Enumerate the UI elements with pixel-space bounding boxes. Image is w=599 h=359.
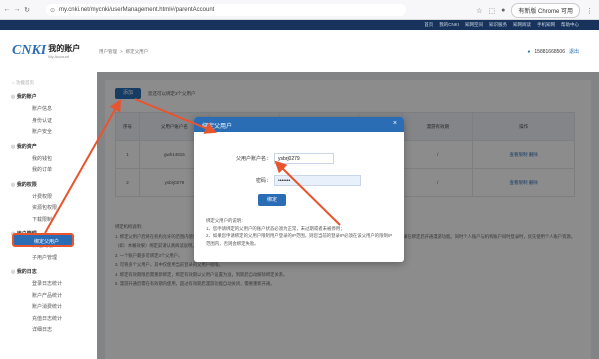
url-text: my.cnki.net/mycnki/userManagement.html#/… — [59, 7, 215, 13]
page-header: CNKI 我的账户 My Account 用户管理 > 绑定父用户 ● 1588… — [0, 30, 599, 72]
breadcrumb: 用户管理 > 绑定父用户 — [99, 49, 148, 55]
topbar-links: 首页 我的CNKI 知网空间 知识服务 知网阅读 手机知网 帮助中心 — [424, 22, 579, 28]
sidebar-group-label: 我的账户 — [16, 94, 37, 100]
breadcrumb-user-management[interactable]: 用户管理 — [99, 49, 117, 55]
sidebar-item[interactable]: 下载限制 — [32, 216, 52, 223]
sidebar-group[interactable]: ◎ 我的账户 — [11, 93, 37, 100]
sidebar-item[interactable]: 账户消费统计 — [32, 303, 62, 310]
user-phone[interactable]: 15881668506 — [534, 49, 565, 55]
sidebar-item[interactable]: 登录日志统计 — [32, 280, 62, 287]
browser-toolbar: ← → ↻ ⊙ my.cnki.net/mycnki/userManagemen… — [0, 0, 599, 20]
dialog-title: 绑定父用户 — [202, 124, 233, 130]
sidebar-item[interactable]: 账户信息 — [32, 105, 52, 112]
sidebar-group-label: 我的日志 — [16, 269, 37, 275]
logout-link[interactable]: 退出 — [569, 48, 579, 55]
sidebar-home[interactable]: ⌂ 功能首页 — [12, 80, 34, 86]
sidebar-item[interactable]: 身份认证 — [32, 117, 52, 124]
breadcrumb-separator: > — [120, 49, 123, 54]
sidebar-item[interactable]: 充值日志统计 — [32, 315, 62, 322]
sidebar-group[interactable]: ◎ 我的资产 — [11, 143, 37, 150]
bookmark-star-icon[interactable]: ☆ — [476, 7, 482, 15]
forward-icon[interactable]: → — [12, 6, 22, 13]
parent-username-input[interactable]: ysbrj0279 — [274, 153, 334, 164]
site-topbar: 首页 我的CNKI 知网空间 知识服务 知网阅读 手机知网 帮助中心 — [0, 20, 599, 30]
sidebar-item[interactable]: 详细日志 — [32, 326, 52, 333]
close-icon[interactable]: × — [393, 120, 397, 127]
sidebar-item[interactable]: 子用户管理 — [32, 254, 57, 261]
dialog-header: 绑定父用户 × — [194, 117, 404, 132]
note-line-1: 1、您申请绑定的父用户的账户状态必须为正常，未过期或者未被停用； — [206, 225, 345, 231]
sidebar-item-bind-parent-active[interactable]: 绑定父用户 — [12, 233, 74, 247]
sidebar-group[interactable]: ◎ 我的日志 — [11, 268, 37, 275]
user-icon: ● — [527, 48, 531, 55]
topbar-link[interactable]: 我的CNKI — [439, 22, 459, 28]
note-line-2: 2、如果您申请绑定的父用户限制用户登录的IP范围，则您当前的登录IP必须在该父用… — [206, 233, 393, 246]
sidebar-group[interactable]: ◎ 我的权限 — [11, 181, 37, 188]
sidebar-group-label: 我的资产 — [16, 143, 37, 150]
address-bar[interactable]: ⊙ my.cnki.net/mycnki/userManagement.html… — [46, 4, 406, 16]
back-icon[interactable]: ← — [2, 6, 12, 13]
chrome-update-button[interactable]: 有新版 Chrome 可用 — [511, 3, 580, 18]
extensions-icon[interactable]: ⬚ — [488, 7, 495, 15]
topbar-link[interactable]: 帮助中心 — [561, 22, 579, 28]
topbar-link[interactable]: 知网阅读 — [513, 22, 531, 28]
sidebar-item[interactable]: 我的订单 — [32, 166, 52, 173]
cnki-logo[interactable]: CNKI 我的账户 My Account — [12, 43, 80, 59]
site-info-icon[interactable]: ⊙ — [50, 7, 55, 14]
sidebar-item[interactable]: 账户产品统计 — [32, 292, 62, 299]
topbar-link[interactable]: 首页 — [424, 22, 433, 28]
sidebar-group-label: 我的权限 — [16, 181, 37, 188]
sidebar-item[interactable]: 账户安全 — [32, 128, 52, 135]
username-label: 父用户账户名： — [235, 156, 271, 162]
sidebar-item[interactable]: 计费权限 — [32, 193, 52, 200]
topbar-link[interactable]: 手机知网 — [537, 22, 555, 28]
menu-icon[interactable]: ⋮ — [586, 7, 593, 15]
topbar-link[interactable]: 知识服务 — [489, 22, 507, 28]
password-label: 密码： — [255, 178, 271, 184]
breadcrumb-current: 绑定父用户 — [125, 49, 149, 54]
bind-confirm-button[interactable]: 绑定 — [258, 194, 286, 206]
sidebar-item[interactable]: 我的钱包 — [32, 155, 52, 162]
sidebar-item[interactable]: 资源包权限 — [32, 204, 57, 211]
logo-subtitle: My Account — [48, 54, 69, 59]
dialog-note: 绑定父用户的说明： 1、您申请绑定的父用户的账户状态必须为正常，未过期或者未被停… — [206, 217, 396, 247]
note-title: 绑定父用户的说明： — [206, 218, 246, 223]
logo-mark: CNKI — [12, 43, 47, 58]
logo-title: 我的账户 — [48, 44, 81, 53]
reload-icon[interactable]: ↻ — [22, 6, 32, 14]
password-input[interactable]: ••••••• — [274, 175, 361, 186]
profile-icon[interactable]: ● — [501, 7, 505, 14]
topbar-link[interactable]: 知网空间 — [465, 22, 483, 28]
